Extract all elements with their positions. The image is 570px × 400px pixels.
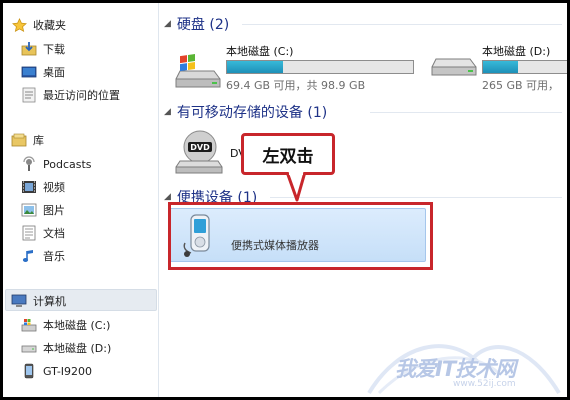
music-icon [21,248,37,264]
collapse-arrow-icon[interactable]: ◢ [164,107,171,117]
group-header-removable-label: 有可移动存储的设备 (1) [176,105,328,121]
drive-tile-c[interactable]: 本地磁盘 (C:) 69.4 GB 可用，共 98.9 GB [170,43,430,95]
nav-downloads[interactable]: 下载 [21,39,65,59]
nav-documents[interactable]: 文档 [21,223,65,243]
phone-device-icon [21,363,37,379]
system-drive-icon [21,317,37,333]
group-header-hard-disks-label: 硬盘 (2) [176,17,230,33]
group-divider [270,197,562,198]
drive-tile-d[interactable]: 本地磁盘 (D:) 265 GB 可用， [426,43,567,95]
portable-media-player-tile[interactable]: 便携式媒体播放器 [168,208,426,262]
nav-library-label: 库 [33,134,44,147]
picture-icon [21,202,37,218]
system-drive-icon [175,54,221,88]
document-icon [21,225,37,241]
drive-c-usage-fill [227,61,283,73]
desktop-icon [21,64,37,80]
drive-d-usage-fill [483,61,519,73]
downloads-folder-icon [21,41,37,57]
group-header-portable[interactable]: ◢ 便携设备 (1) [164,187,257,207]
nav-computer-label: 计算机 [33,295,66,308]
drive-c-info: 69.4 GB 可用，共 98.9 GB [226,79,366,92]
nav-drive-c[interactable]: 本地磁盘 (C:) [21,315,110,335]
recent-places-icon [21,87,37,103]
hard-drive-icon [431,58,477,76]
portable-media-player-label: 便携式媒体播放器 [231,239,319,252]
instruction-callout: 左双击 [241,133,335,175]
nav-music[interactable]: 音乐 [21,246,65,266]
group-header-hard-disks[interactable]: ◢ 硬盘 (2) [164,14,229,34]
nav-drive-c-label: 本地磁盘 (C:) [43,319,111,332]
nav-recent-places[interactable]: 最近访问的位置 [21,85,120,105]
watermark-url: www.52ij.com [453,379,516,389]
collapse-arrow-icon[interactable]: ◢ [164,19,171,29]
star-icon [11,17,27,33]
nav-pictures-label: 图片 [43,204,65,217]
callout-pointer [285,172,307,202]
nav-phone[interactable]: GT-I9200 [21,361,92,381]
nav-podcasts[interactable]: Podcasts [21,154,92,174]
hard-drive-icon [21,340,37,356]
nav-pictures[interactable]: 图片 [21,200,65,220]
group-header-removable[interactable]: ◢ 有可移动存储的设备 (1) [164,102,327,122]
nav-podcasts-label: Podcasts [43,157,92,171]
nav-desktop-label: 桌面 [43,66,65,79]
group-divider [242,24,562,25]
drive-d-name: 本地磁盘 (D:) [482,45,551,58]
drive-d-usage-bar [482,60,567,74]
drive-c-usage-bar [226,60,414,74]
navigation-pane: 收藏夹 下载 桌面 最近访问的位置 库 Podcasts 视频 图片 文档 音乐… [3,3,159,397]
drive-d-info: 265 GB 可用， [482,79,560,92]
nav-videos[interactable]: 视频 [21,177,65,197]
nav-desktop[interactable]: 桌面 [21,62,65,82]
dvd-drive-icon: DVD [175,130,223,174]
computer-icon [11,293,27,309]
nav-videos-label: 视频 [43,181,65,194]
nav-favorites[interactable]: 收藏夹 [11,15,66,35]
nav-phone-label: GT-I9200 [43,364,93,378]
nav-documents-label: 文档 [43,227,65,240]
media-player-icon [183,214,210,257]
nav-favorites-label: 收藏夹 [33,19,66,32]
library-icon [11,132,27,148]
group-header-portable-label: 便携设备 (1) [176,190,258,206]
nav-drive-d[interactable]: 本地磁盘 (D:) [21,338,111,358]
content-pane: ◢ 硬盘 (2) 本地磁盘 (C:) 69.4 GB 可用，共 98.9 GB [160,3,567,397]
collapse-arrow-icon[interactable]: ◢ [164,192,171,202]
instruction-callout-text: 左双击 [262,146,314,167]
nav-library[interactable]: 库 [11,130,44,150]
nav-music-label: 音乐 [43,250,65,263]
explorer-window: 收藏夹 下载 桌面 最近访问的位置 库 Podcasts 视频 图片 文档 音乐… [0,0,570,400]
nav-drive-d-label: 本地磁盘 (D:) [43,342,112,355]
nav-recent-label: 最近访问的位置 [43,89,120,102]
group-divider [370,112,562,113]
podcast-icon [21,156,37,172]
drive-c-name: 本地磁盘 (C:) [226,45,294,58]
video-icon [21,179,37,195]
nav-computer[interactable]: 计算机 [11,291,66,311]
dvd-icon-text: DVD [190,143,210,152]
nav-downloads-label: 下载 [43,43,65,56]
